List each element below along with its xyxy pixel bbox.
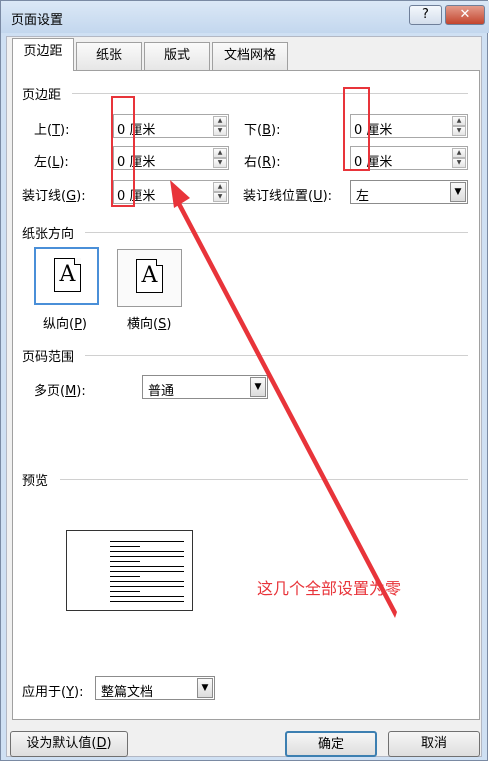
tab-margins[interactable]: 页边距 xyxy=(12,38,74,71)
annotation-arrow-icon xyxy=(170,180,397,618)
annotation-text: 这几个全部设置为零 xyxy=(257,579,402,598)
